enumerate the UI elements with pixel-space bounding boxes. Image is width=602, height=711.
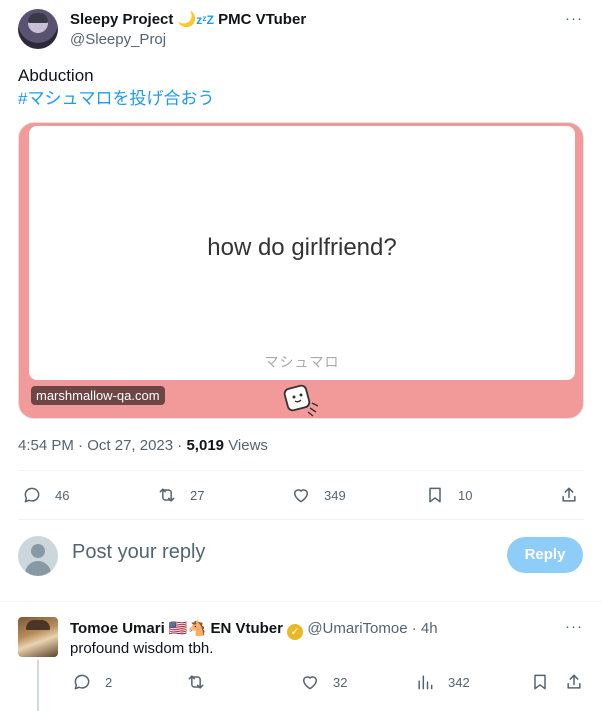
reply-retweet-button[interactable] (186, 672, 206, 692)
like-count: 349 (324, 487, 346, 503)
bookmark-count: 10 (458, 487, 473, 503)
reply-reply-count: 2 (105, 674, 113, 690)
reply-like-button[interactable]: 32 (300, 672, 347, 692)
bookmark-icon (534, 674, 546, 690)
share-icon (562, 487, 576, 502)
retweet-icon (188, 675, 204, 689)
reply-views-button[interactable]: 342 (415, 672, 470, 692)
author-name[interactable]: Sleepy Project 🌙zᶻZ PMC VTuber (70, 10, 306, 28)
bookmark-button[interactable]: 10 (425, 485, 472, 505)
like-button[interactable]: 349 (291, 485, 346, 505)
heart-icon (294, 489, 308, 503)
reply-author-flags: 🇺🇸🐴 (168, 620, 207, 637)
author-avatar[interactable] (18, 9, 58, 49)
author-handle[interactable]: @Sleepy_Proj (70, 31, 166, 48)
tweet-date[interactable]: Oct 27, 2023 (87, 437, 173, 454)
reply-bookmark-button[interactable] (530, 672, 550, 692)
reply-count: 46 (55, 487, 70, 503)
thread-line (37, 660, 39, 711)
retweet-count: 27 (190, 487, 205, 503)
author-suffix: PMC VTuber (218, 11, 307, 28)
card-domain-badge: marshmallow-qa.com (31, 386, 165, 405)
moon-emoji: 🌙 (177, 11, 197, 28)
reply-author-name: Tomoe Umari (70, 620, 165, 637)
heart-icon (303, 676, 317, 690)
reply-author[interactable]: Tomoe Umari 🇺🇸🐴 EN Vtuber ✓ @UmariTomoe … (70, 619, 438, 640)
divider (0, 601, 602, 602)
reply-input[interactable]: Post your reply (72, 541, 205, 564)
card-brand: マシュマロ (264, 354, 340, 370)
tweet-time[interactable]: 4:54 PM (18, 437, 74, 454)
reply-icon (74, 674, 90, 690)
divider (18, 519, 584, 520)
card-question-panel: how do girlfriend? マシュマロ (29, 126, 575, 380)
retweet-icon (159, 488, 175, 502)
reply-icon (24, 487, 40, 503)
reply-reply-button[interactable]: 2 (72, 672, 112, 692)
verified-badge-icon: ✓ (287, 624, 304, 640)
reply-more-options-button[interactable]: ··· (562, 619, 586, 640)
analytics-icon (418, 675, 433, 690)
tweet-meta: 4:54 PM · Oct 27, 2023 · 5,019 Views (18, 437, 268, 454)
marshmallow-card[interactable]: how do girlfriend? マシュマロ marshmallow-qa.… (18, 122, 584, 419)
hashtag-link[interactable]: #マシュマロを投げ合おう (18, 88, 214, 110)
reply-author-avatar[interactable] (18, 617, 58, 657)
current-user-avatar (18, 536, 58, 576)
reply-like-count: 32 (333, 674, 348, 690)
reply-author-handle: @UmariTomoe (307, 620, 408, 637)
share-button[interactable] (559, 485, 579, 505)
card-question: how do girlfriend? (207, 234, 397, 261)
reply-button[interactable]: 46 (22, 485, 69, 505)
reply-views-count: 342 (448, 674, 470, 690)
separator: · (411, 620, 417, 637)
tweet-text: Abduction (18, 66, 94, 85)
retweet-button[interactable]: 27 (157, 485, 204, 505)
reply-submit-button[interactable]: Reply (507, 537, 583, 573)
author-name-text: Sleepy Project (70, 11, 174, 28)
sleep-emoji: zᶻZ (196, 13, 214, 27)
views-label: Views (228, 437, 268, 454)
marshmallow-mascot-icon (283, 384, 319, 417)
reply-share-button[interactable] (564, 672, 584, 692)
divider (18, 470, 584, 471)
reply-author-suffix: EN Vtuber (210, 620, 283, 637)
share-icon (567, 674, 581, 689)
views-count: 5,019 (186, 437, 225, 454)
reply-text: profound wisdom tbh. (70, 640, 214, 657)
reply-time[interactable]: 4h (421, 620, 438, 637)
bookmark-icon (429, 487, 441, 503)
more-options-button[interactable]: ··· (562, 11, 586, 32)
